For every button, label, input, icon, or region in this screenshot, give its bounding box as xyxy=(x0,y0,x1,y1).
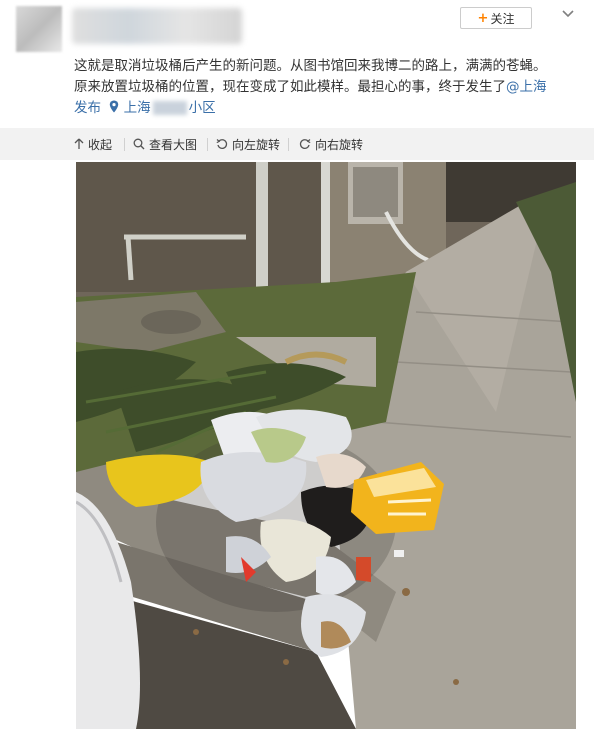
image-toolbar: 收起 查看大图 向左旋转 向右旋转 xyxy=(0,128,594,160)
post-line-2-text: 原来放置垃圾桶的位置，现在变成了如此模样。最担心的事，终于发生了 xyxy=(74,79,506,95)
divider xyxy=(124,138,125,151)
username-blurred[interactable] xyxy=(72,8,242,44)
location-link[interactable]: 上海 小区 xyxy=(105,100,216,116)
garbage-photo-illustration xyxy=(76,162,576,729)
location-pin-icon xyxy=(110,100,119,113)
magnifier-icon xyxy=(133,138,145,150)
collapse-button[interactable]: 收起 xyxy=(74,128,112,160)
rotate-right-button[interactable]: 向右旋转 xyxy=(299,128,363,160)
rotate-left-button[interactable]: 向左旋转 xyxy=(216,128,280,160)
plus-icon: + xyxy=(477,10,489,26)
avatar[interactable] xyxy=(16,6,62,52)
rotate-left-label: 向左旋转 xyxy=(232,137,281,152)
view-large-button[interactable]: 查看大图 xyxy=(133,128,197,160)
post-line-3: 发布 上海 小区 xyxy=(74,98,574,119)
rotate-right-label: 向右旋转 xyxy=(315,137,364,152)
weibo-post: + 关注 这就是取消垃圾桶后产生的新问题。从图书馆回来我博二的路上，满满的苍蝇。… xyxy=(0,0,594,729)
view-large-label: 查看大图 xyxy=(149,137,198,152)
post-line-1: 这就是取消垃圾桶后产生的新问题。从图书馆回来我博二的路上，满满的苍蝇。 xyxy=(74,58,547,74)
divider xyxy=(207,138,208,151)
rotate-right-icon xyxy=(299,139,311,149)
mention-link[interactable]: @上海 xyxy=(506,79,547,95)
divider xyxy=(288,138,289,151)
follow-button[interactable]: + 关注 xyxy=(460,7,532,29)
chevron-down-icon[interactable] xyxy=(560,7,576,21)
post-header: + 关注 xyxy=(0,0,594,55)
post-text: 这就是取消垃圾桶后产生的新问题。从图书馆回来我博二的路上，满满的苍蝇。 原来放置… xyxy=(74,56,574,119)
post-line-2: 原来放置垃圾桶的位置，现在变成了如此模样。最担心的事，终于发生了@上海 xyxy=(74,77,574,98)
location-blurred xyxy=(152,101,187,115)
collapse-label: 收起 xyxy=(88,137,113,152)
location-prefix: 上海 xyxy=(123,100,151,116)
location-suffix: 小区 xyxy=(188,100,216,116)
arrow-up-icon xyxy=(74,138,84,149)
rotate-left-icon xyxy=(216,139,228,149)
post-photo[interactable] xyxy=(76,162,576,729)
mention-link-cont[interactable]: 发布 xyxy=(74,100,101,116)
follow-label: 关注 xyxy=(490,11,515,26)
